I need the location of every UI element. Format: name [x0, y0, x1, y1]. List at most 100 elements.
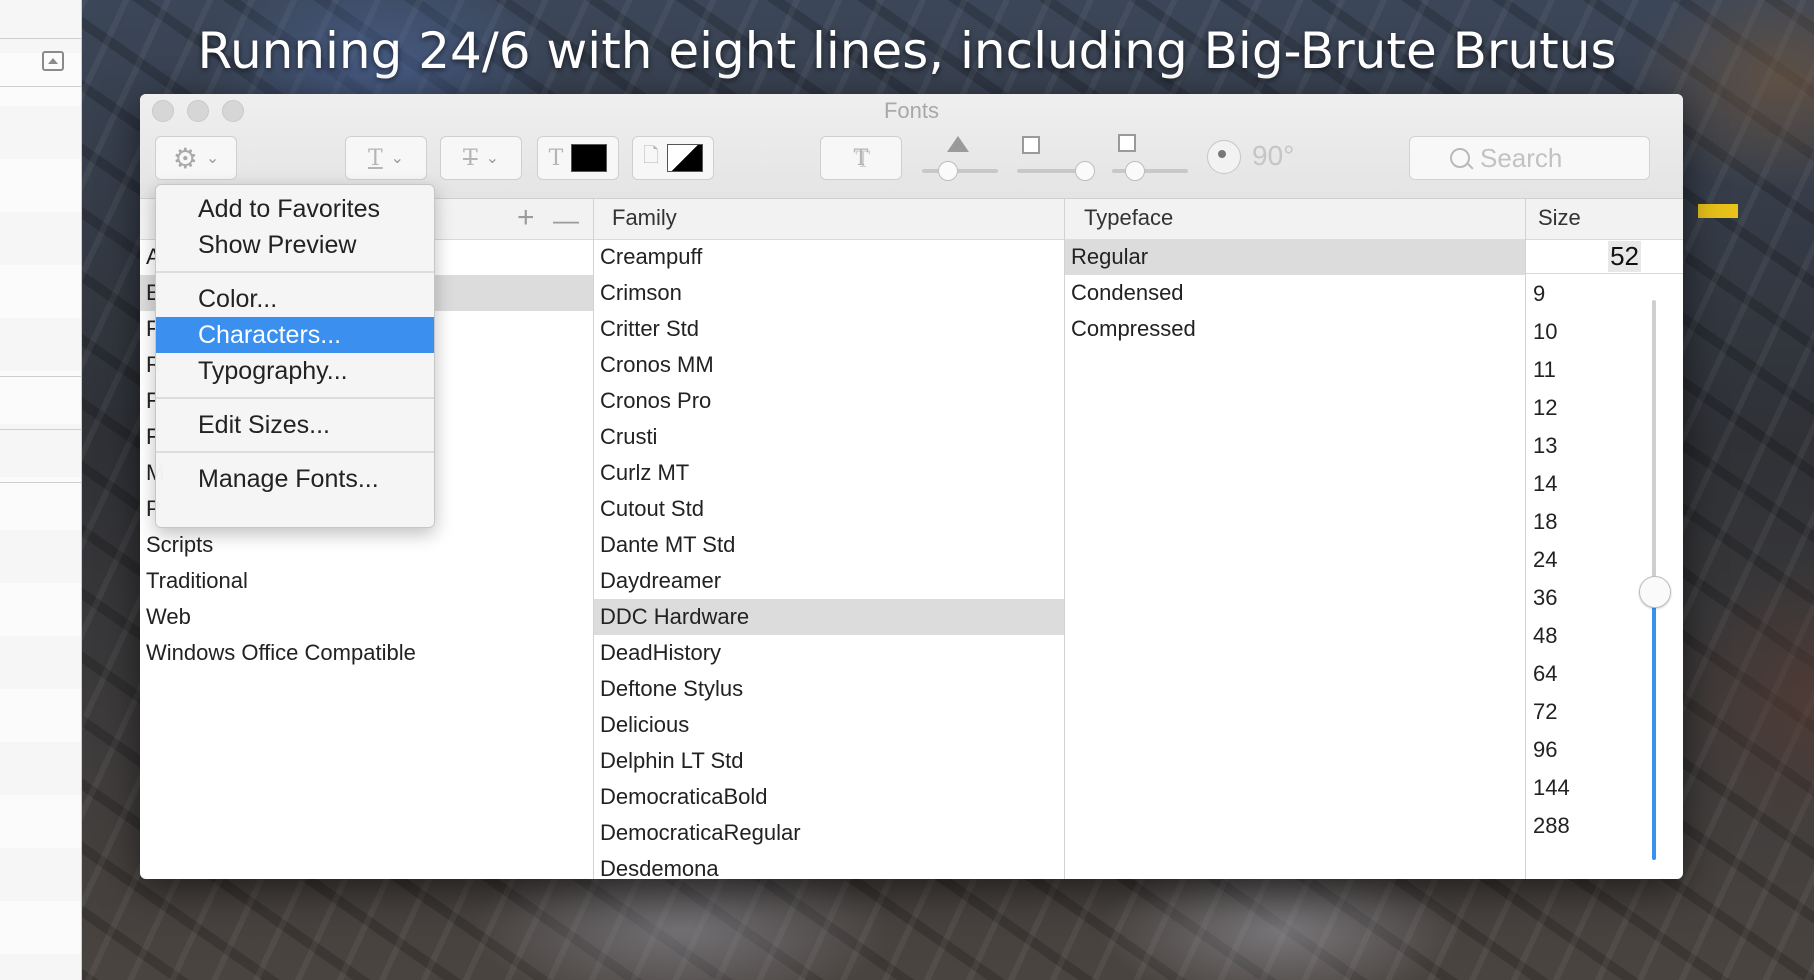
typeface-item[interactable]: Regular: [1065, 239, 1525, 275]
collection-item[interactable]: Web: [140, 599, 593, 635]
menu-item-edit-sizes[interactable]: Edit Sizes...: [156, 407, 434, 443]
collection-item[interactable]: Traditional: [140, 563, 593, 599]
size-item[interactable]: 13: [1533, 427, 1570, 465]
chevron-down-icon: ⌄: [205, 150, 220, 167]
size-item[interactable]: 288: [1533, 807, 1570, 845]
size-field[interactable]: 52: [1526, 239, 1683, 274]
size-item[interactable]: 10: [1533, 313, 1570, 351]
text-color-icon: T: [548, 145, 564, 171]
collection-item[interactable]: Scripts: [140, 527, 593, 563]
family-item[interactable]: Crusti: [594, 419, 1064, 455]
family-item[interactable]: Dante MT Std: [594, 527, 1064, 563]
family-item[interactable]: Delphin LT Std: [594, 743, 1064, 779]
size-item[interactable]: 36: [1533, 579, 1570, 617]
document-color-swatch: [667, 144, 704, 172]
family-item[interactable]: Cutout Std: [594, 491, 1064, 527]
font-search-field[interactable]: Search: [1409, 136, 1650, 180]
size-item[interactable]: 144: [1533, 769, 1570, 807]
strikethrough-icon: T: [462, 145, 478, 171]
video-caption: Running 24/6 with eight lines, including…: [197, 22, 1617, 80]
size-item[interactable]: 64: [1533, 655, 1570, 693]
family-item[interactable]: Daydreamer: [594, 563, 1064, 599]
family-item[interactable]: DeadHistory: [594, 635, 1064, 671]
menu-item-typography[interactable]: Typography...: [156, 353, 434, 389]
menu-item-manage-fonts[interactable]: Manage Fonts...: [156, 461, 434, 497]
shadow-blur-icon: [1022, 136, 1040, 154]
family-item[interactable]: Desdemona: [594, 851, 1064, 879]
menu-separator: [156, 271, 434, 273]
shadow-offset-slider[interactable]: [1112, 169, 1188, 173]
typeface-item[interactable]: Compressed: [1065, 311, 1525, 347]
menu-item-show-preview[interactable]: Show Preview: [156, 227, 434, 263]
text-color-swatch: [571, 144, 608, 172]
shadow-angle-dial[interactable]: [1207, 140, 1241, 174]
shadow-opacity-knob[interactable]: [938, 161, 958, 181]
shadow-angle-label: 90°: [1252, 140, 1295, 171]
size-item[interactable]: 12: [1533, 389, 1570, 427]
menu-separator: [156, 397, 434, 399]
shadow-offset-knob[interactable]: [1125, 161, 1145, 181]
shadow-blur-knob[interactable]: [1075, 161, 1095, 181]
left-sidebar-strip: [0, 0, 82, 980]
action-menu-button[interactable]: ⚙ ⌄: [155, 136, 237, 180]
family-list: Creampuff Crimson Critter Std Cronos MM Cron…: [594, 239, 1064, 879]
family-item[interactable]: DemocraticaBold: [594, 779, 1064, 815]
gear-icon: ⚙: [172, 142, 198, 174]
size-item[interactable]: 11: [1533, 351, 1570, 389]
strip-divider: [0, 376, 81, 377]
family-item[interactable]: Critter Std: [594, 311, 1064, 347]
remove-collection-button[interactable]: —: [553, 205, 579, 236]
menu-item-color[interactable]: Color...: [156, 281, 434, 317]
underline-icon: T: [367, 145, 383, 171]
size-slider-knob[interactable]: [1639, 576, 1671, 608]
family-header[interactable]: Family: [612, 205, 677, 231]
family-item[interactable]: Deftone Stylus: [594, 671, 1064, 707]
typeface-list: Regular Condensed Compressed: [1065, 239, 1525, 879]
shadow-opacity-icon: [947, 136, 969, 152]
background-yellow-tag: [1698, 204, 1738, 218]
search-icon: [1450, 148, 1470, 168]
column-divider[interactable]: [1525, 199, 1526, 879]
document-icon: 🗋: [642, 145, 660, 167]
size-slider-fill: [1652, 591, 1656, 860]
window-title: Fonts: [883, 98, 940, 123]
menu-item-characters[interactable]: Characters...: [156, 317, 434, 353]
strip-divider: [0, 429, 81, 430]
strip-divider: [0, 86, 81, 87]
typeface-header[interactable]: Typeface: [1084, 205, 1173, 231]
chevron-down-icon: ⌄: [390, 150, 405, 167]
family-item[interactable]: Cronos MM: [594, 347, 1064, 383]
document-color-button[interactable]: 🗋: [632, 136, 714, 180]
family-item[interactable]: Creampuff: [594, 239, 1064, 275]
strip-divider: [0, 482, 81, 483]
family-item[interactable]: Curlz MT: [594, 455, 1064, 491]
menu-item-add-to-favorites[interactable]: Add to Favorites: [156, 191, 434, 227]
size-item[interactable]: 14: [1533, 465, 1570, 503]
shadow-opacity-slider[interactable]: [922, 169, 998, 173]
size-item[interactable]: 9: [1533, 275, 1570, 313]
typeface-item[interactable]: Condensed: [1065, 275, 1525, 311]
size-item[interactable]: 18: [1533, 503, 1570, 541]
family-item[interactable]: Crimson: [594, 275, 1064, 311]
text-color-button[interactable]: T: [537, 136, 619, 180]
shadow-offset-icon: [1118, 134, 1136, 152]
strikethrough-button[interactable]: T ⌄: [440, 136, 522, 180]
collection-item[interactable]: Windows Office Compatible: [140, 635, 593, 671]
family-item[interactable]: DDC Hardware: [594, 599, 1064, 635]
text-shadow-button[interactable]: T: [820, 136, 902, 180]
size-item[interactable]: 96: [1533, 731, 1570, 769]
add-collection-button[interactable]: +: [517, 201, 535, 235]
search-placeholder: Search: [1480, 142, 1563, 173]
chevron-down-icon: ⌄: [485, 150, 500, 167]
size-header[interactable]: Size: [1538, 205, 1581, 231]
family-item[interactable]: Delicious: [594, 707, 1064, 743]
size-value: 52: [1608, 241, 1641, 272]
family-item[interactable]: Cronos Pro: [594, 383, 1064, 419]
size-item[interactable]: 48: [1533, 617, 1570, 655]
size-list: 9 10 11 12 13 14 18 24 36 48 64 72 96 144 288: [1533, 275, 1570, 845]
underline-button[interactable]: T ⌄: [345, 136, 427, 180]
size-item[interactable]: 72: [1533, 693, 1570, 731]
size-item[interactable]: 24: [1533, 541, 1570, 579]
family-item[interactable]: DemocraticaRegular: [594, 815, 1064, 851]
menu-separator: [156, 451, 434, 453]
